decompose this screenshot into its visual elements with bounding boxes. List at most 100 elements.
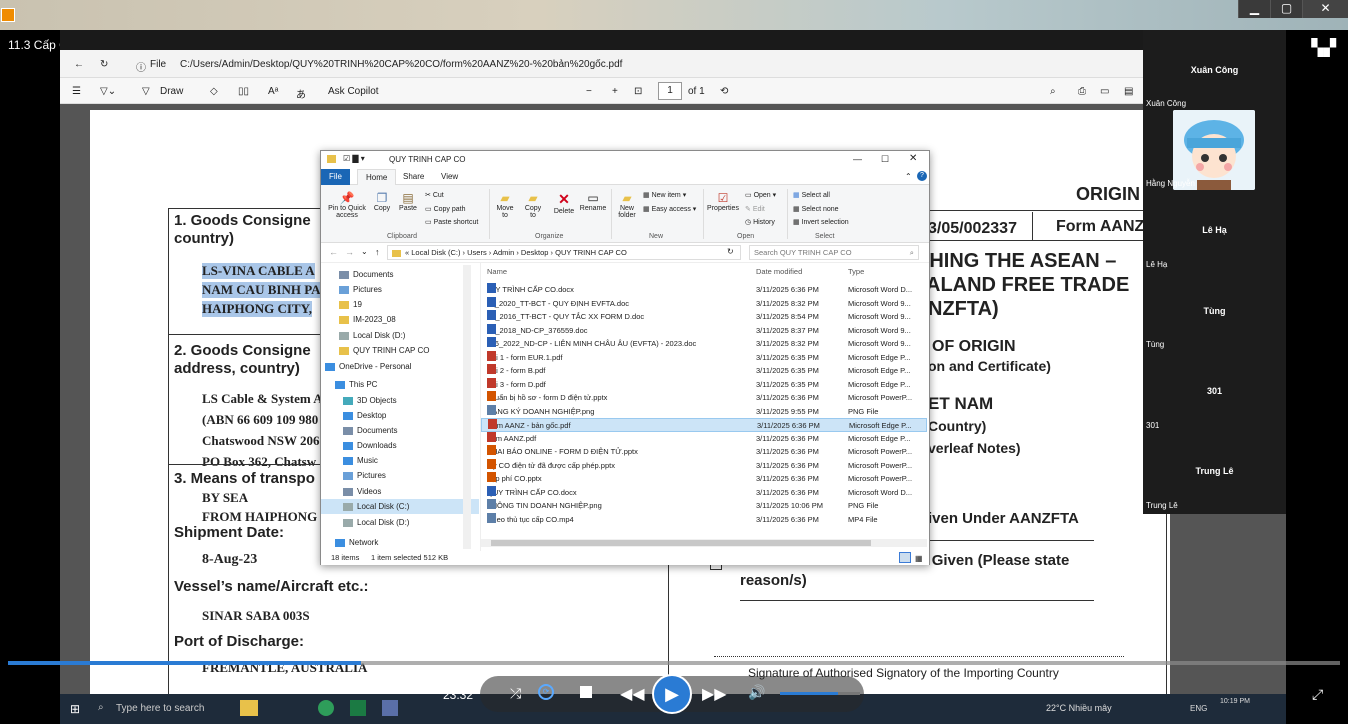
- close-button[interactable]: ✕: [1302, 0, 1348, 18]
- nav-item[interactable]: QUY TRINH CAP CO: [321, 343, 479, 358]
- file-row[interactable]: 116_2022_ND-CP - LIÊN MINH CHÂU ÂU (EVFT…: [481, 337, 927, 351]
- refresh-icon[interactable]: ↻: [727, 247, 734, 256]
- tiles-view-icon[interactable]: ▦: [915, 552, 923, 566]
- nav-item[interactable]: Pictures: [321, 282, 479, 297]
- file-row[interactable]: chuẩn bị hồ sơ - form D điện tử.pptx 3/11…: [481, 391, 927, 405]
- horizontal-scrollbar[interactable]: [481, 539, 927, 547]
- file-row[interactable]: nộp phí CO.pptx 3/11/2025 6:36 PM Microsof…: [481, 472, 927, 486]
- nav-item[interactable]: 3D Objects: [321, 393, 479, 408]
- fast-forward-icon[interactable]: ▶▶: [702, 684, 727, 704]
- highlight-icon[interactable]: ▽⌄: [100, 86, 116, 97]
- expand-icon[interactable]: ⤢: [1312, 686, 1323, 703]
- nav-item[interactable]: OneDrive - Personal: [321, 359, 479, 374]
- copy-button[interactable]: ❐ Copy: [371, 191, 393, 212]
- path-overflow[interactable]: «: [405, 248, 409, 257]
- up-icon[interactable]: ↑: [375, 247, 380, 257]
- contents-icon[interactable]: ☰: [72, 86, 81, 97]
- nav-item[interactable]: Documents: [321, 267, 479, 282]
- invert-selection-button[interactable]: ▦ Invert selection: [793, 218, 849, 226]
- recent-icon[interactable]: ⌄: [361, 247, 368, 256]
- paste-shortcut-button[interactable]: ▭ Paste shortcut: [425, 218, 478, 226]
- file-row[interactable]: QUY TRÌNH CẤP CO.docx 3/11/2025 6:36 PM Mi…: [481, 485, 927, 500]
- tab-share[interactable]: Share: [395, 169, 432, 185]
- fit-page-icon[interactable]: ⊡: [634, 86, 642, 97]
- language-indicator[interactable]: ENG: [1190, 704, 1207, 713]
- pin-button[interactable]: 📌 Pin to Quick access: [325, 191, 369, 219]
- nav-item[interactable]: Documents: [321, 423, 479, 438]
- page-number-input[interactable]: 1: [658, 82, 682, 100]
- excel-taskbar-icon[interactable]: [350, 700, 366, 716]
- repeat-icon[interactable]: ⟳: [538, 684, 554, 700]
- file-row[interactable]: 22_2016_TT-BCT - QUY TẮC XX FORM D.doc 3/…: [481, 310, 927, 324]
- minimize-button[interactable]: ▁: [1238, 0, 1270, 18]
- copy-path-button[interactable]: ▭ Copy path: [425, 205, 465, 213]
- scroll-thumb[interactable]: [491, 540, 871, 546]
- draw-label[interactable]: Draw: [160, 86, 183, 97]
- file-row[interactable]: form AANZ.pdf 3/11/2025 6:36 PM Microsoft …: [481, 431, 927, 446]
- nav-item[interactable]: 19: [321, 297, 479, 312]
- nav-item[interactable]: Music: [321, 453, 479, 468]
- file-row[interactable]: video thủ tục cấp CO.mp4 3/11/2025 6:36 P…: [481, 512, 927, 527]
- file-row[interactable]: Bài 3 - form D.pdf 3/11/2025 6:35 PM Micro…: [481, 377, 927, 392]
- nav-item[interactable]: Downloads: [321, 438, 479, 453]
- stop-icon[interactable]: [580, 686, 592, 698]
- easy-access-button[interactable]: ▦ Easy access ▾: [643, 205, 696, 213]
- open-button[interactable]: ▭ Open ▾: [745, 191, 776, 199]
- refresh-icon[interactable]: ↻: [100, 59, 108, 70]
- move-to-button[interactable]: ▰ Move to: [493, 191, 517, 219]
- rewind-icon[interactable]: ◀◀: [620, 684, 645, 704]
- nav-item[interactable]: Local Disk (C:): [321, 499, 479, 514]
- file-row[interactable]: 11_2020_TT-BCT - QUY ĐỊNH EVFTA.doc 3/11/…: [481, 296, 927, 311]
- nav-item[interactable]: Videos: [321, 484, 479, 499]
- volume-slider[interactable]: [780, 692, 860, 695]
- file-row[interactable]: form AANZ - bản gốc.pdf 3/11/2025 6:36 PM…: [481, 418, 927, 432]
- path-segment[interactable]: Admin: [493, 248, 514, 257]
- address-bar[interactable]: « Local Disk (C:) › Users › Admin › Desk…: [387, 245, 741, 260]
- tab-file[interactable]: File: [321, 169, 350, 185]
- select-all-button[interactable]: ▦ Select all: [793, 191, 830, 199]
- paste-button[interactable]: ▤ Paste: [397, 191, 419, 212]
- select-none-button[interactable]: ▦ Select none: [793, 205, 839, 213]
- tab-view[interactable]: View: [433, 169, 466, 185]
- new-folder-button[interactable]: ▰ New folder: [615, 191, 639, 219]
- search-icon[interactable]: ⌕: [1050, 86, 1056, 97]
- maximize-button[interactable]: ▢: [1270, 0, 1302, 18]
- draw-icon[interactable]: ▽: [142, 86, 150, 97]
- nav-item[interactable]: IM-2023_08: [321, 312, 479, 327]
- path-segment[interactable]: QUY TRINH CAP CO: [555, 248, 627, 257]
- file-row[interactable]: THÔNG TIN DOANH NGHIỆP.png 3/11/2025 10:0…: [481, 499, 927, 513]
- nav-item[interactable]: Network: [321, 535, 479, 550]
- shuffle-icon[interactable]: ⤮: [510, 685, 521, 702]
- zoom-out-icon[interactable]: −: [586, 86, 592, 97]
- nav-item[interactable]: Desktop: [321, 408, 479, 423]
- file-row[interactable]: Bài 2 - form B.pdf 3/11/2025 6:35 PM Micro…: [481, 364, 927, 378]
- file-row[interactable]: ĐĂNG KÝ DOANH NGHIỆP.png 3/11/2025 9:55 P…: [481, 404, 927, 419]
- details-view-icon[interactable]: [899, 552, 911, 563]
- properties-button[interactable]: ☑ Properties: [707, 191, 739, 212]
- copy-to-button[interactable]: ▰ Copy to: [521, 191, 545, 219]
- column-type[interactable]: Type: [848, 265, 864, 279]
- nav-item[interactable]: This PC: [321, 377, 479, 392]
- file-row[interactable]: KHAI BÁO ONLINE - FORM D ĐIỆN TỬ.pptx 3/1…: [481, 445, 927, 459]
- explorer-minimize[interactable]: —: [853, 154, 862, 164]
- file-explorer-taskbar-icon[interactable]: [240, 700, 258, 716]
- app-taskbar-icon[interactable]: [382, 700, 398, 716]
- path-segment[interactable]: Desktop: [521, 248, 549, 257]
- path-segment[interactable]: Users: [467, 248, 487, 257]
- ask-copilot[interactable]: Ask Copilot: [328, 86, 379, 97]
- rename-button[interactable]: ▭ Rename: [579, 191, 607, 212]
- fullscreen-layout-icon[interactable]: ▚▞: [1311, 38, 1336, 58]
- back-icon[interactable]: ←: [74, 59, 84, 70]
- edge-taskbar-icon[interactable]: [318, 700, 334, 716]
- cut-button[interactable]: ✂ Cut: [425, 191, 444, 199]
- help-icon[interactable]: ?: [917, 171, 927, 181]
- edit-button[interactable]: ✎ Edit: [745, 205, 765, 213]
- page-view-icon[interactable]: ▯▯: [238, 86, 249, 97]
- play-button[interactable]: ▶: [652, 674, 692, 714]
- read-aloud-icon[interactable]: Aᵃ: [268, 86, 278, 97]
- tab-home[interactable]: Home: [357, 169, 397, 185]
- zoom-in-icon[interactable]: +: [612, 86, 618, 97]
- file-row[interactable]: 31_2018_ND-CP_376559.doc 3/11/2025 8:37 P…: [481, 323, 927, 338]
- save-as-icon[interactable]: ▤: [1124, 86, 1133, 97]
- windows-start-icon[interactable]: ⊞: [70, 702, 80, 716]
